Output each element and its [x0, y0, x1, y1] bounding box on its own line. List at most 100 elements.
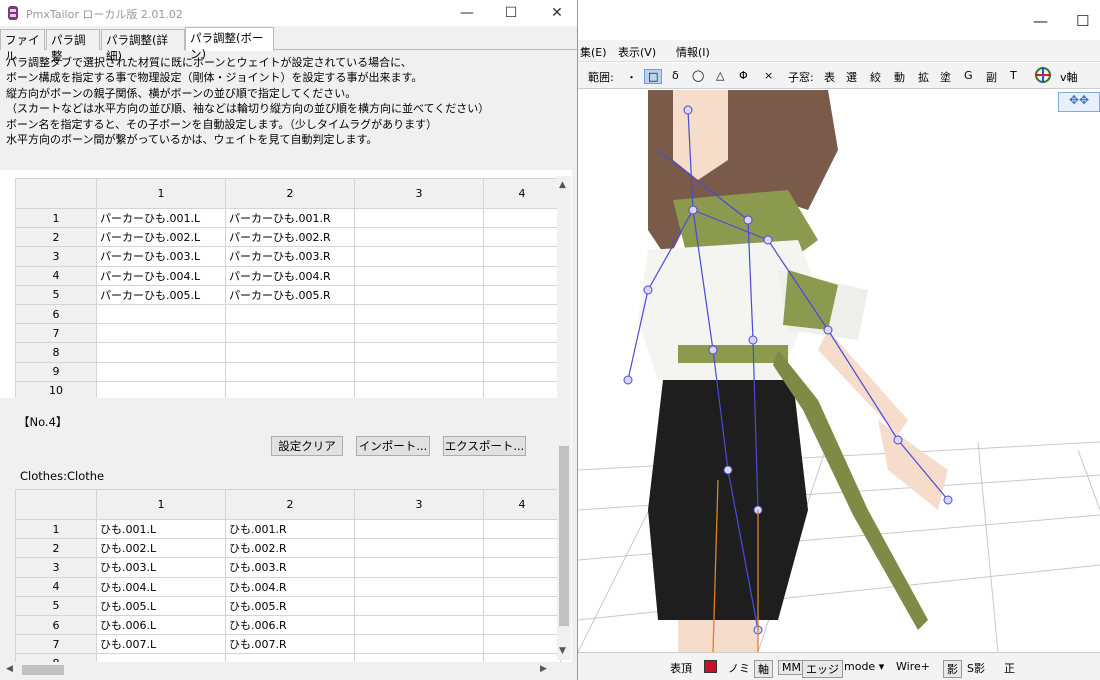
grid-cell[interactable]: ひも.002.R	[225, 538, 355, 559]
grid-cell[interactable]	[96, 323, 226, 344]
grid-cell[interactable]	[354, 227, 484, 248]
column-header[interactable]: 2	[225, 178, 355, 209]
crosshair-icon[interactable]	[1034, 66, 1052, 87]
grid-cell[interactable]	[225, 323, 355, 344]
close-icon[interactable]: ✕	[542, 3, 572, 23]
grid-cell[interactable]: ひも.004.L	[96, 576, 226, 597]
scroll-thumb[interactable]	[22, 665, 64, 675]
subwindow-filter-button[interactable]: 絞	[870, 69, 881, 85]
range-circle-button[interactable]: ◯	[692, 69, 704, 82]
grid-cell[interactable]: ひも.004.R	[225, 576, 355, 597]
grid-cell[interactable]	[354, 303, 484, 325]
subwindow-sub-button[interactable]: 副	[986, 69, 997, 85]
grid-cell[interactable]: ひも.006.L	[96, 614, 226, 636]
grid-cell[interactable]: ひも.003.L	[96, 557, 226, 578]
status-sshadow-button[interactable]: S影	[967, 660, 985, 676]
grid-cell[interactable]: パーカーひも.001.L	[96, 207, 226, 229]
v-axis-button[interactable]: v軸	[1060, 69, 1078, 85]
grid-cell[interactable]	[483, 342, 561, 363]
scroll-up-icon[interactable]: ▲	[559, 180, 566, 190]
row-header[interactable]: 1	[15, 518, 97, 540]
range-x-button[interactable]: ×	[764, 69, 773, 82]
grid-cell[interactable]	[354, 246, 484, 267]
tab-para-detail[interactable]: パラ調整(詳細)	[101, 29, 185, 63]
grid-cell[interactable]: パーカーひも.004.L	[96, 265, 226, 286]
grid-cell[interactable]	[483, 595, 561, 616]
grid-cell[interactable]	[354, 538, 484, 559]
subwindow-select-button[interactable]: 選	[846, 69, 857, 85]
grid-cell[interactable]	[483, 207, 561, 229]
subwindow-g-button[interactable]: G	[964, 69, 973, 82]
tab-para[interactable]: パラ調整	[46, 29, 100, 63]
grid-cell[interactable]	[96, 303, 226, 325]
3d-viewport[interactable]: ✥✥	[578, 90, 1100, 652]
maximize-icon[interactable]: ☐	[496, 3, 526, 23]
minimize-icon[interactable]: —	[1033, 12, 1048, 30]
grid-cell[interactable]	[483, 303, 561, 325]
grid-cell[interactable]	[483, 246, 561, 267]
range-phi-button[interactable]: Φ	[739, 69, 748, 82]
row-header[interactable]: 7	[15, 323, 97, 344]
minimize-icon[interactable]: —	[452, 3, 482, 23]
grid-cell[interactable]	[354, 653, 484, 662]
grid-cell[interactable]	[354, 265, 484, 286]
row-header[interactable]: 4	[15, 265, 97, 286]
row-header[interactable]: 2	[15, 227, 97, 248]
status-edge-button[interactable]: エッジ	[802, 660, 843, 678]
grid-cell[interactable]	[354, 557, 484, 578]
range-rect-button[interactable]: □	[644, 69, 663, 84]
range-triangle-button[interactable]: △	[716, 69, 724, 82]
grid-cell[interactable]	[483, 614, 561, 636]
grid-cell[interactable]	[354, 284, 484, 305]
column-header[interactable]: 4	[483, 178, 561, 209]
grid-cell[interactable]: ひも.005.R	[225, 595, 355, 616]
subwindow-table-button[interactable]: 表	[824, 69, 835, 85]
grid-cell[interactable]	[225, 361, 355, 382]
grid-cell[interactable]: ひも.002.L	[96, 538, 226, 559]
menu-info[interactable]: 情報(I)	[676, 44, 710, 60]
grid-cell[interactable]	[354, 323, 484, 344]
grid-cell[interactable]	[483, 361, 561, 382]
bone-settings-scroll-area[interactable]: 1 2 3 4 1 パーカーひも.001.L パーカーひも.001.R 2 パーカーひ…	[0, 170, 572, 662]
grid-cell[interactable]	[483, 653, 561, 662]
grid-cell[interactable]	[354, 576, 484, 597]
grid-cell[interactable]: ひも.005.L	[96, 595, 226, 616]
row-header[interactable]: 5	[15, 284, 97, 305]
grid-cell[interactable]	[483, 557, 561, 578]
tab-para-bone[interactable]: パラ調整(ボーン)	[185, 27, 274, 61]
grid-cell[interactable]: ひも.001.R	[225, 518, 355, 540]
grid-cell[interactable]	[354, 207, 484, 229]
row-header[interactable]: 3	[15, 246, 97, 267]
row-header[interactable]: 7	[15, 634, 97, 655]
row-header[interactable]: 8	[15, 342, 97, 363]
status-mode-dropdown[interactable]: mode ▾	[844, 660, 884, 673]
column-header[interactable]: 4	[483, 489, 561, 520]
grid-cell[interactable]	[354, 595, 484, 616]
grid-cell[interactable]: ひも.003.R	[225, 557, 355, 578]
scroll-right-icon[interactable]: ▶	[540, 664, 547, 674]
scroll-thumb[interactable]	[559, 446, 569, 626]
grid-cell[interactable]: パーカーひも.005.R	[225, 284, 355, 305]
subwindow-scale-button[interactable]: 拡	[918, 69, 929, 85]
column-header[interactable]: 1	[96, 178, 226, 209]
maximize-icon[interactable]: ☐	[1076, 12, 1089, 30]
grid-cell[interactable]	[483, 538, 561, 559]
status-top-button[interactable]: 表頂	[670, 660, 692, 676]
grid-cell[interactable]	[96, 361, 226, 382]
grid-cell[interactable]	[483, 634, 561, 655]
grid-cell[interactable]: ひも.006.R	[225, 614, 355, 636]
status-front-button[interactable]: 正	[1004, 660, 1015, 676]
grid-cell[interactable]: ひも.007.L	[96, 634, 226, 655]
grid-cell[interactable]	[354, 634, 484, 655]
row-header[interactable]: 9	[15, 361, 97, 382]
status-nomi-button[interactable]: ノミ	[728, 660, 750, 676]
grid-cell[interactable]	[96, 653, 226, 662]
import-button[interactable]: インポート...	[356, 436, 430, 456]
column-header[interactable]: 3	[354, 178, 484, 209]
grid-cell[interactable]: パーカーひも.004.R	[225, 265, 355, 286]
subwindow-paint-button[interactable]: 塗	[940, 69, 951, 85]
grid-cell[interactable]	[225, 342, 355, 363]
row-header[interactable]: 6	[15, 303, 97, 325]
row-header[interactable]: 4	[15, 576, 97, 597]
grid-cell[interactable]: パーカーひも.003.R	[225, 246, 355, 267]
